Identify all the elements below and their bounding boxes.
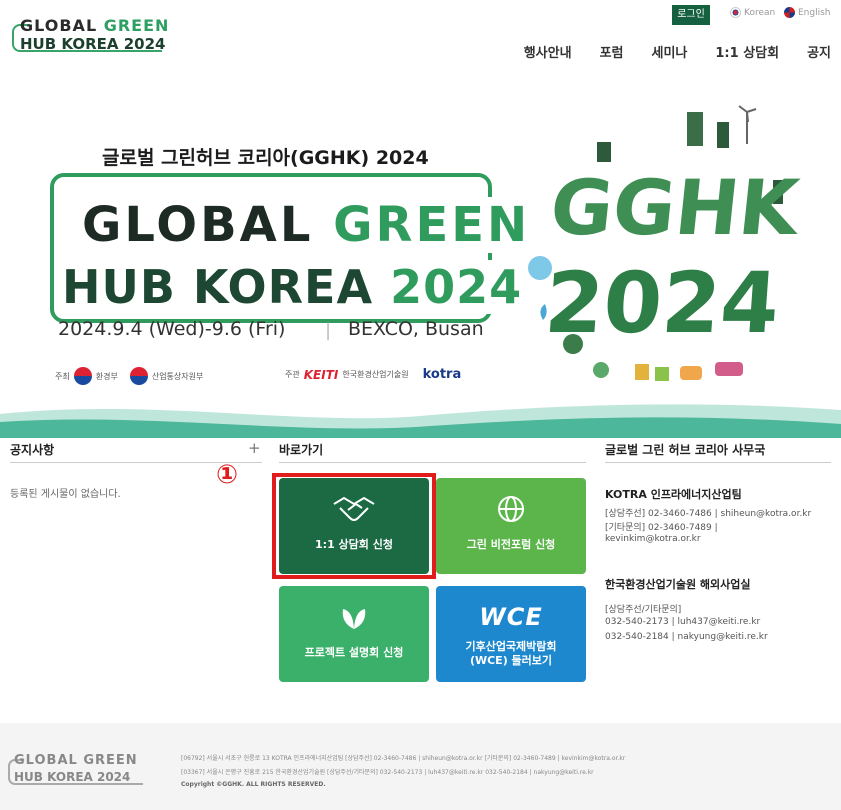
footer-logo: GLOBAL GREEN HUB KOREA 2024 [8,751,148,791]
office-kotra-line3: kevinkim@kotra.or.kr [605,534,701,544]
hero-title-line2: HUB KOREA 2024 [58,260,527,314]
keiti-name: 한국환경산업기술원 [342,370,409,379]
globe-icon [436,492,586,526]
wce-logo-text: WCE [479,603,543,631]
host-label: 주최 [55,371,70,381]
tile-label: 그린 비전포럼 신청 [466,538,556,551]
office-kotra-line2: [기타문의] 02-3460-7489 | [605,523,718,533]
gov-emblem-icon [129,367,148,385]
nav-seminar[interactable]: 세미나 [651,42,687,61]
logo-line1: GLOBAL GREEN [20,16,170,35]
host-motie: 산업통상자원부 [151,371,204,381]
nav-consultation[interactable]: 1:1 상담회 [715,42,779,61]
lang-korean-link[interactable]: Korean [730,7,775,18]
footer-copyright: Copyright ©GGHK. ALL RIGHTS RESERVED. [181,781,326,788]
office-keiti-line3: 032-540-2184 | nakyung@keiti.re.kr [605,632,768,642]
wce-logo-icon: WCE [436,600,586,634]
office-keiti-line2: 032-540-2173 | luh437@keiti.re.kr [605,617,761,627]
office-keiti-name: 한국환경산업기술원 해외사업실 [605,578,751,591]
office-title: 글로벌 그린 허브 코리아 사무국 [605,443,766,457]
footer-address-kotra: [06792] 서울시 서초구 헌릉로 13 KOTRA 인프라에너지산업팀 [… [181,755,626,762]
notice-title: 공지사항 [10,443,55,457]
host-moe: 환경부 [95,371,118,381]
art-gghk-text: GGHK [546,163,805,252]
nav-event-info[interactable]: 행사안내 [524,42,572,61]
event-venue: BEXCO, Busan [348,318,484,340]
gov-emblem-icon [73,367,92,385]
hero-title-line1: GLOBAL GREEN [78,197,535,253]
tile-label: 기후산업국제박람회 (WCE) 둘러보기 [465,640,557,667]
korea-flag-icon [730,7,741,18]
step-marker-1: ① [216,460,239,490]
nav-notice[interactable]: 공지 [807,42,831,61]
lang-english-link[interactable]: English [784,7,831,18]
kotra-logo: kotra [422,367,462,382]
footer-logo-line2: HUB KOREA 2024 [14,770,131,784]
tile-label: 프로젝트 설명회 신청 [304,646,404,659]
hero-subtitle: 글로벌 그린허브 코리아(GGHK) 2024 [102,147,429,169]
keiti-logo: KEITI [303,367,339,382]
office-keiti-line1: [상담주선/기타문의] [605,605,682,615]
notice-more-button[interactable]: + [248,439,261,457]
office-divider [605,462,831,463]
wce-browse-tile[interactable]: WCE 기후산업국제박람회 (WCE) 둘러보기 [436,586,586,682]
project-briefing-apply-tile[interactable]: 프로젝트 설명회 신청 [279,586,429,682]
site-logo[interactable]: GLOBAL GREEN HUB KOREA 2024 [12,14,172,54]
hero-wave-decoration [0,404,841,438]
logo-line2: HUB KOREA 2024 [20,35,166,53]
nav-forum[interactable]: 포럼 [600,42,624,61]
office-kotra-line1: [상담주선] 02-3460-7486 | shiheun@kotra.or.k… [605,509,812,519]
footer-logo-line1: GLOBAL GREEN [14,753,138,768]
footer-address-keiti: [03367] 서울시 은평구 진흥로 215 한국환경산업기술원 [상담주선/… [181,769,594,776]
leaf-icon [279,600,429,634]
login-button[interactable]: 로그인 [672,5,710,25]
date-venue-separator: | [325,320,332,341]
green-vision-forum-apply-tile[interactable]: 그린 비전포럼 신청 [436,478,586,574]
shortcuts-divider [279,462,586,463]
lang-korean-label: Korean [744,7,776,18]
site-footer: GLOBAL GREEN HUB KOREA 2024 [06792] 서울시 … [0,723,841,810]
hero-banner: 글로벌 그린허브 코리아(GGHK) 2024 GLOBAL GREEN HUB… [0,92,841,438]
uk-flag-icon [784,7,795,18]
shortcuts-title: 바로가기 [279,443,324,457]
lang-english-label: English [798,7,831,18]
organizer-logos: 주관 KEITI 한국환경산업기술원 kotra [285,367,461,382]
gghk-2024-illustration: GGHK 2024 [528,105,806,381]
notice-empty-message: 등록된 게시물이 없습니다. [10,489,121,500]
organizer-label: 주관 [285,370,300,379]
event-date: 2024.9.4 (Wed)-9.6 (Fri) [58,318,286,340]
office-kotra-name: KOTRA 인프라에너지산업팀 [605,488,742,501]
page: GLOBAL GREEN HUB KOREA 2024 로그인 Korean E… [0,0,841,810]
host-logos: 주최 환경부 산업통상자원부 [55,367,203,385]
main-nav: 행사안내 포럼 세미나 1:1 상담회 공지 [524,42,831,61]
highlight-box [272,473,436,579]
